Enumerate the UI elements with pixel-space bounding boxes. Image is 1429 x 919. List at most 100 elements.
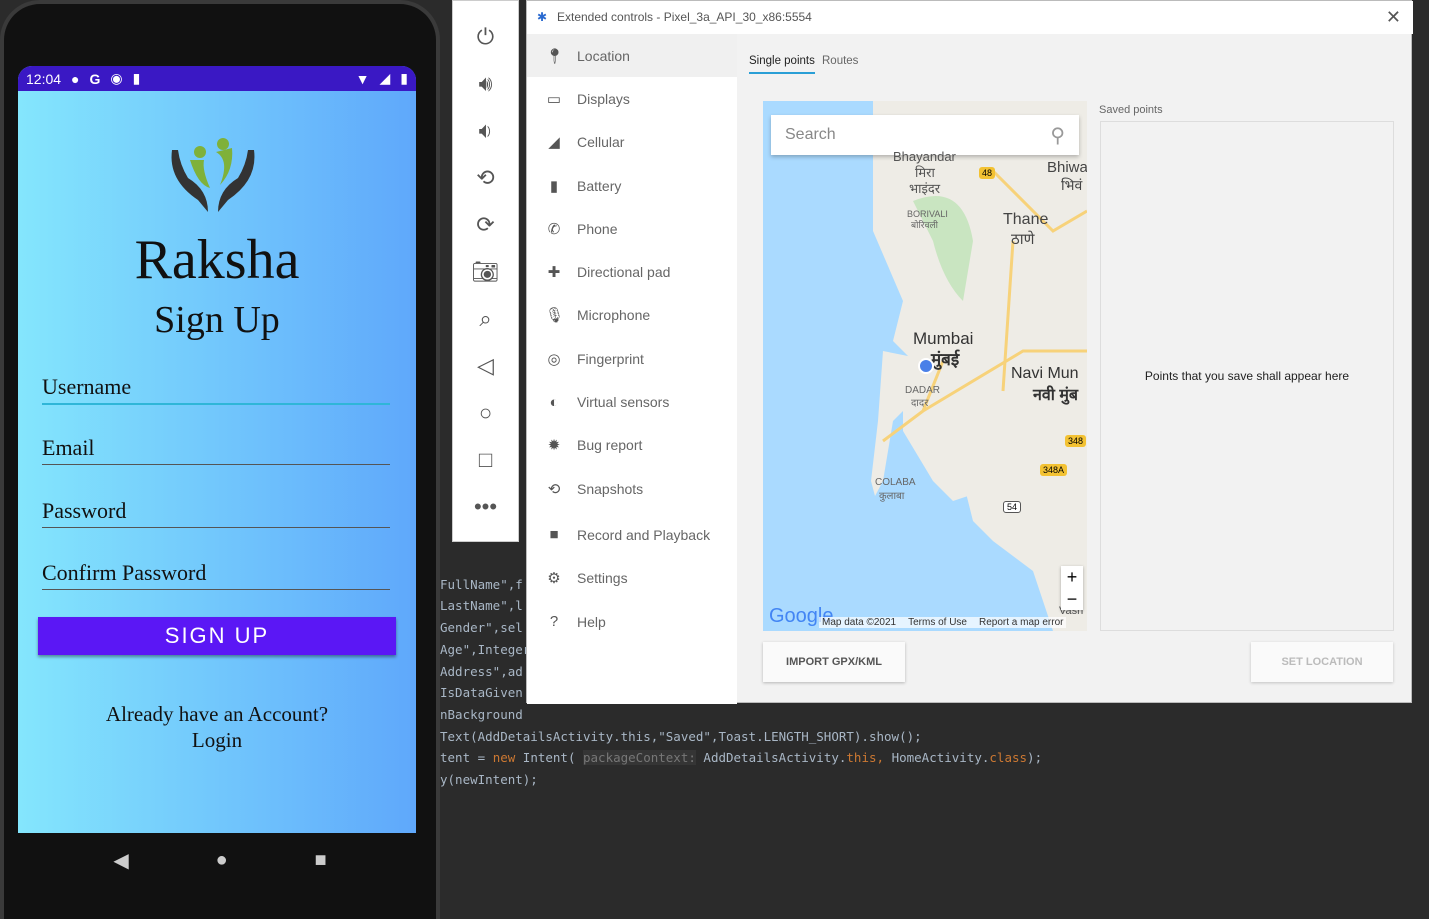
current-location-marker <box>918 358 934 374</box>
zoom-icon[interactable]: ⌕ <box>479 305 491 332</box>
search-icon[interactable]: ⚲ <box>1050 123 1065 148</box>
sidebar-item-label: Settings <box>577 570 628 587</box>
signal-icon: ◢ <box>379 70 391 86</box>
raksha-logo <box>171 138 255 212</box>
login-link[interactable]: Login <box>18 728 416 753</box>
sidebar-item-label: Battery <box>577 177 622 194</box>
sidebar-item-label: Fingerprint <box>577 350 644 367</box>
sidebar-item-label: Location <box>577 47 630 64</box>
code-line: tent = new Intent( packageContext: AddDe… <box>440 750 1043 766</box>
import-gpx-button[interactable]: IMPORT GPX/KML <box>763 642 905 682</box>
sidebar-menu: 📍︎ Location ▭ Displays ◢ Cellular ▮ Battery ✆ Pho… <box>527 34 737 704</box>
volume-up-icon[interactable]: 🔊︎ <box>479 70 493 97</box>
password-field[interactable]: Password <box>42 498 390 528</box>
terms-link[interactable]: Terms of Use <box>908 617 967 628</box>
overview-icon[interactable]: □ <box>479 446 492 473</box>
login-prompt: Already have an Account? <box>105 702 329 726</box>
sidebar-item-battery[interactable]: ▮ Battery <box>527 164 737 207</box>
map-label: नवी मुंब <box>1033 387 1079 404</box>
sidebar-item-bug-report[interactable]: ✹ Bug report <box>527 424 737 467</box>
help-icon: ? <box>549 613 559 630</box>
map-label: Mumbai <box>913 329 974 348</box>
status-bar: 12:04 ● G ◉ ▮ ▼ ◢ ▮ <box>18 66 416 91</box>
location-icon: ● <box>71 70 80 87</box>
sidebar-item-label: Snapshots <box>577 480 644 497</box>
report-link[interactable]: Report a map error <box>979 617 1063 628</box>
emulator-toolbar: ⏻ 🔊︎ 🔉︎ ⟲ ⟳ 📷︎ ⌕ ◁ ○ □ ••• <box>452 0 519 542</box>
sidebar-item-phone[interactable]: ✆ Phone <box>527 207 737 250</box>
saved-points-label: Saved points <box>1099 104 1163 116</box>
tab-routes[interactable]: Routes <box>822 55 858 67</box>
extended-controls-window: Extended controls - Pixel_3a_API_30_x86:… <box>526 0 1413 704</box>
map-label: दादर <box>911 398 929 409</box>
email-field[interactable]: Email <box>42 435 390 465</box>
zoom-in-button[interactable]: + <box>1061 566 1083 588</box>
battery-icon: ▮ <box>549 177 559 195</box>
map-label: ठाणे <box>1011 231 1035 248</box>
rotate-left-icon[interactable]: ⟲ <box>476 164 494 191</box>
home-icon[interactable]: ● <box>216 849 228 872</box>
sign-up-button[interactable]: SIGN UP <box>38 617 396 655</box>
bug-icon: ✹ <box>547 437 561 455</box>
recents-icon[interactable]: ■ <box>314 849 326 872</box>
search-placeholder: Search <box>785 126 836 143</box>
sidebar-item-label: Directional pad <box>577 264 671 281</box>
road-badge: 348A <box>1040 464 1068 476</box>
zoom-out-button[interactable]: − <box>1061 588 1083 610</box>
saved-points-list: Points that you save shall appear here <box>1100 121 1394 631</box>
sidebar-item-snapshots[interactable]: ⟲ Snapshots <box>527 467 737 510</box>
sidebar-item-displays[interactable]: ▭ Displays <box>527 77 737 120</box>
sidebar-item-label: Record and Playback <box>577 526 711 543</box>
home-icon[interactable]: ○ <box>479 399 492 426</box>
power-icon[interactable]: ⏻ <box>477 23 494 50</box>
confirm-password-field[interactable]: Confirm Password <box>42 560 390 590</box>
sidebar-item-label: Help <box>577 613 606 630</box>
sidebar-item-microphone[interactable]: 🎙︎ Microphone <box>527 294 737 337</box>
sd-card-icon: ▮ <box>132 70 141 86</box>
map-label: भाइंदर <box>909 181 941 196</box>
set-location-button[interactable]: SET LOCATION <box>1251 642 1393 682</box>
display-icon: ▭ <box>546 90 562 108</box>
sidebar-item-settings[interactable]: ⚙ Settings <box>527 557 737 600</box>
phone-screen: 12:04 ● G ◉ ▮ ▼ ◢ ▮ Raksha Sign Up Usern… <box>18 66 416 833</box>
code-line: nBackground <box>440 706 523 722</box>
code-line: y(newIntent); <box>440 772 538 788</box>
code-line: Text(AddDetailsActivity.this,"Saved",Toa… <box>440 728 922 744</box>
location-pin-icon: 📍︎ <box>545 47 565 65</box>
map[interactable]: Search ⚲ Bhayandar मिरा भाइंदर Bhiwa भिव… <box>763 101 1087 631</box>
sidebar-item-fingerprint[interactable]: ◎ Fingerprint <box>527 337 737 380</box>
cellular-icon: ◢ <box>548 134 560 152</box>
emulator-icon: ✱ <box>537 10 548 24</box>
zoom-controls: + − <box>1061 566 1083 610</box>
sidebar-item-label: Phone <box>577 220 618 237</box>
sidebar-item-label: Microphone <box>577 307 651 324</box>
map-label: COLABA <box>875 477 916 488</box>
video-icon: ■ <box>549 526 559 544</box>
app-notification-icon: ◉ <box>110 70 123 86</box>
sidebar-item-label: Bug report <box>577 437 643 454</box>
page-title: Sign Up <box>154 299 280 341</box>
username-field[interactable]: Username <box>42 374 390 405</box>
sidebar-item-record-and-playback[interactable]: ■ Record and Playback <box>527 513 737 556</box>
camera-icon[interactable]: 📷︎ <box>472 258 500 285</box>
rotate-right-icon[interactable]: ⟳ <box>476 211 494 238</box>
snapshot-icon: ⟲ <box>547 480 561 498</box>
back-icon[interactable]: ◀ <box>113 848 128 873</box>
microphone-icon: 🎙︎ <box>545 307 565 325</box>
sidebar-item-help[interactable]: ? Help <box>527 600 737 643</box>
road-badge: 48 <box>979 167 996 179</box>
map-label: Bhiwa <box>1047 159 1087 176</box>
sidebar-item-directional-pad[interactable]: ✚ Directional pad <box>527 250 737 293</box>
sidebar-item-location[interactable]: 📍︎ Location <box>527 34 737 78</box>
sidebar-item-cellular[interactable]: ◢ Cellular <box>527 121 737 164</box>
sidebar-item-label: Displays <box>577 90 630 107</box>
sidebar-item-virtual-sensors[interactable]: ◐ Virtual sensors <box>527 380 737 423</box>
more-icon[interactable]: ••• <box>474 493 497 520</box>
volume-down-icon[interactable]: 🔉︎ <box>479 117 493 144</box>
back-icon[interactable]: ◁ <box>477 352 494 379</box>
phone-icon: ✆ <box>547 220 561 238</box>
status-time: 12:04 <box>26 70 62 87</box>
tab-single-points[interactable]: Single points <box>749 55 815 74</box>
close-icon[interactable]: ✕ <box>1386 1 1401 33</box>
fingerprint-icon: ◎ <box>547 350 561 368</box>
